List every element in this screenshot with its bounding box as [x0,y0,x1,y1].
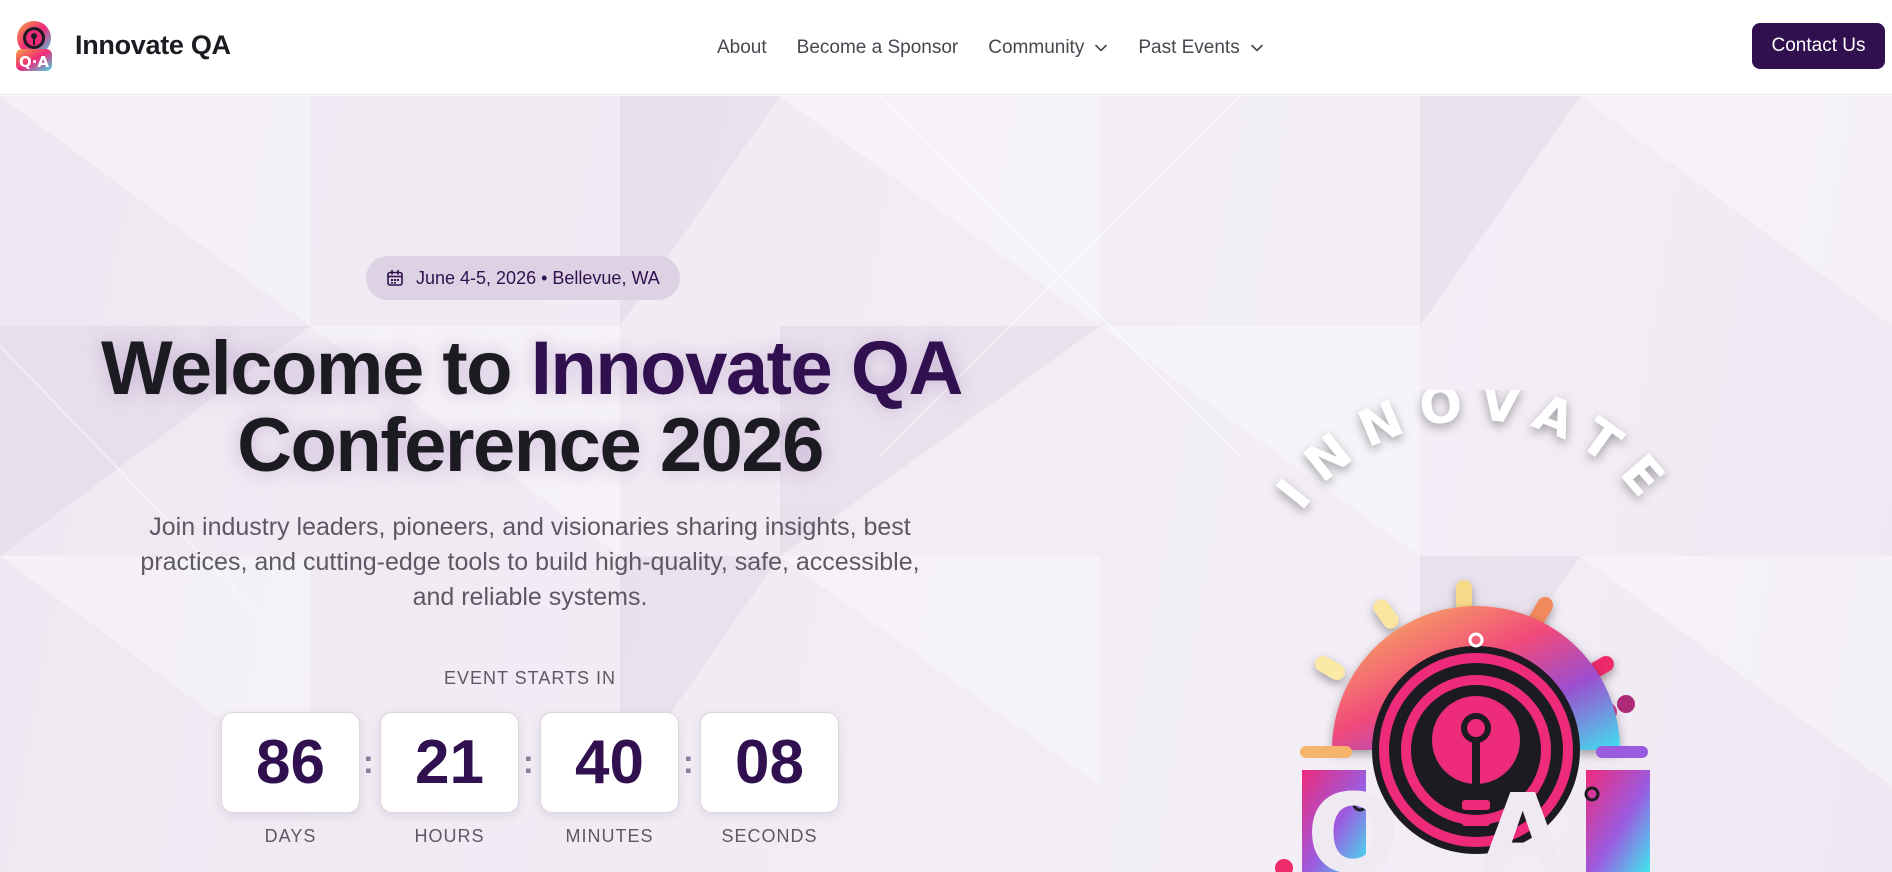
hero-title-part2: Conference 2026 [237,403,824,488]
nav-link-label: Become a Sponsor [796,36,959,58]
brand-name: Innovate QA [75,29,231,60]
countdown-separator: : [363,744,374,780]
nav-link-label: Community [988,36,1085,58]
nav-link-become-a-sponsor[interactable]: Become a Sponsor [797,37,959,59]
countdown-hours-value: 21 [380,712,519,813]
chevron-down-icon [1250,44,1263,51]
innovate-qa-hero-logo: INNOVATE QA [1266,390,1686,872]
nav-links: About Become a Sponsor Community Past Ev… [717,0,1264,95]
hero-title: Welcome to Innovate QA Conference 2026 [100,330,961,484]
top-navigation: Q·A Innovate QA About Become a Sponsor C… [0,0,1892,95]
countdown-seconds-unit: SECONDS [721,826,818,846]
chevron-down-icon [1095,44,1108,51]
countdown-label: EVENT STARTS IN [443,668,617,688]
countdown-separator: : [683,744,694,780]
countdown-minutes-unit: MINUTES [565,826,654,846]
countdown-seconds-value: 08 [700,712,839,813]
countdown-days-unit: DAYS [264,826,317,846]
innovate-qa-logo-icon: Q·A [16,21,52,71]
nav-link-past-events[interactable]: Past Events [1138,37,1263,59]
calendar-icon [387,269,403,286]
svg-text:QA: QA [1307,770,1646,872]
nav-link-community[interactable]: Community [988,37,1108,59]
svg-text:Q·A: Q·A [19,53,49,71]
countdown-separator: : [523,744,534,780]
countdown-hours-unit: HOURS [414,826,485,846]
event-date-badge: June 4-5, 2026 • Bellevue, WA [366,256,680,300]
hero-subtitle: Join industry leaders, pioneers, and vis… [140,513,920,611]
hero-title-accent: Innovate QA [530,326,961,411]
contact-us-button[interactable]: Contact Us [1752,23,1885,69]
event-date-location: June 4-5, 2026 • Bellevue, WA [416,267,660,288]
svg-text:INNOVATE: INNOVATE [1266,390,1686,519]
countdown-days-value: 86 [221,712,360,813]
nav-link-label: Past Events [1138,36,1240,58]
hero-section: June 4-5, 2026 • Bellevue, WA Welcome to… [0,96,1892,872]
nav-link-label: About [717,36,767,58]
countdown-minutes-value: 40 [540,712,679,813]
hero-title-part1: Welcome to [100,326,531,411]
brand[interactable]: Q·A Innovate QA [10,16,231,74]
nav-link-about[interactable]: About [717,37,767,59]
